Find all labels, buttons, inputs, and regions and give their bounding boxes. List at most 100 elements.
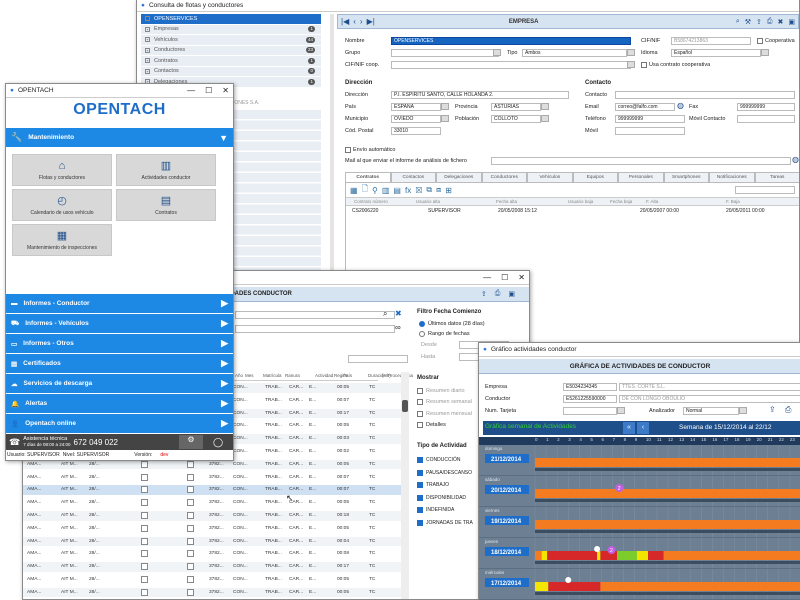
row-checkbox[interactable] [187, 486, 194, 494]
new-doc-icon[interactable]: 🗋 [362, 183, 368, 197]
print-icon[interactable]: ⎙ [767, 18, 773, 26]
grid-view-icon[interactable]: ▦ [350, 186, 358, 195]
activity-row[interactable]: AMA... AIT M... 28/... 3782... CON... TRAB...… [23, 498, 401, 508]
poblacion-dropdown-button[interactable] [541, 115, 549, 122]
activities-column-header[interactable]: Actividad [315, 373, 333, 378]
grid-column-header[interactable]: F. Alta [646, 199, 658, 204]
provincia-dropdown-button[interactable] [541, 103, 549, 110]
email-field[interactable]: correo@falfo.com [615, 103, 675, 111]
tile-flotas[interactable]: ⌂ Flotas y conductores [12, 154, 112, 186]
tipo-checkbox[interactable] [417, 457, 423, 464]
tree-item[interactable]: + Empresas 1 [141, 24, 321, 34]
tipo-option[interactable]: JORNADAS DE TRA [417, 517, 473, 530]
tab[interactable]: Delegaciones [436, 172, 482, 182]
activity-row[interactable]: AMA... AIT M... 28/... 3782... CON... TRAB...… [23, 524, 401, 534]
municipio-dropdown-button[interactable] [441, 115, 449, 122]
driver-extra-field[interactable] [348, 355, 408, 363]
menu-item[interactable]: 🔔 Alertas ▶ [6, 394, 233, 414]
mostrar-checkbox[interactable] [417, 387, 423, 394]
tab[interactable]: Contratos [345, 172, 391, 182]
activity-row[interactable]: AMA... AIT M... 28/... 3782... CON... TRAB...… [23, 459, 401, 470]
tree-item[interactable]: − OPENSERVICES [141, 14, 321, 24]
mostrar-option[interactable]: Resumen semanal [417, 397, 472, 409]
idioma-dropdown-button[interactable] [761, 49, 769, 56]
cifcoop-field[interactable] [391, 61, 631, 69]
grid-column-header[interactable]: Usuario baja [568, 199, 593, 204]
expand-icon[interactable]: − [145, 16, 150, 22]
minimize-icon[interactable]: — [483, 273, 491, 282]
row-checkbox[interactable] [141, 473, 148, 481]
envio-checkbox[interactable] [345, 147, 351, 153]
grid-search-field[interactable] [735, 186, 795, 194]
formula-icon[interactable]: fx [405, 186, 411, 195]
menu-item[interactable]: ⛟ Informes - Vehículos ▶ [6, 314, 233, 334]
opt-rango[interactable]: Rango de fechas [419, 331, 470, 337]
row-checkbox[interactable] [187, 524, 194, 532]
help-icon[interactable]: ◯ [206, 437, 230, 448]
conductor-name-field[interactable]: DE CON LONGO OBOULIO [619, 395, 800, 403]
excel-icon[interactable]: ☒ [415, 186, 422, 195]
activities-column-header[interactable]: Matrícula [263, 373, 282, 378]
activity-row[interactable]: AMA... AIT M... 28/... 3782... CON... TRAB...… [23, 587, 401, 598]
print-icon[interactable]: ⎙ [785, 405, 791, 415]
first-icon[interactable]: |◀ [341, 17, 349, 26]
activities-column-header[interactable]: Año [235, 373, 243, 378]
conductor-code-field[interactable]: E5261225590000 [563, 395, 617, 403]
grid-column-header[interactable]: Fecha baja [610, 199, 632, 204]
direccion-field[interactable]: P.I. ESPÍRITU SANTO, CALLE HOLANDA 2. [391, 91, 569, 99]
tipo-checkbox[interactable] [417, 469, 423, 476]
export-icon[interactable]: ⊞ [445, 186, 452, 195]
tile-contratos[interactable]: ▤ Contratos [116, 189, 216, 221]
cifnif-field[interactable]: B58674213863 [671, 37, 751, 45]
mostrar-option[interactable]: Resumen mensual [417, 408, 472, 420]
expand-icon[interactable]: + [145, 37, 150, 43]
tipo-option[interactable]: TRABAJO [417, 479, 473, 492]
row-checkbox[interactable] [141, 486, 148, 494]
row-checkbox[interactable] [187, 499, 194, 507]
nombre-field[interactable]: OPENSERVICES [391, 37, 631, 45]
expand-icon[interactable]: + [145, 26, 150, 32]
activity-row[interactable]: AMA... AIT M... 28/... 3782... CON... TRAB...… [23, 473, 401, 483]
tile-actividades[interactable]: ▥ Actividades conductor [116, 154, 216, 186]
driver-name-field[interactable] [235, 325, 395, 333]
row-checkbox[interactable] [141, 550, 148, 558]
expand-icon[interactable]: + [145, 47, 150, 53]
binoculars-icon[interactable]: ∞ [395, 323, 401, 332]
activity-row[interactable]: AMA... AIT M... 28/... 3782... CON... TRAB...… [23, 485, 401, 495]
expand-icon[interactable]: + [145, 58, 150, 64]
mostrar-option[interactable]: Resumen diario [417, 385, 472, 397]
delete-icon[interactable]: ✖ [778, 18, 784, 26]
activity-row[interactable]: AMA... AIT M... 28/... 3782... CON... TRAB...… [23, 549, 401, 559]
row-checkbox[interactable] [141, 460, 148, 468]
search-icon[interactable]: ⌕ [383, 309, 387, 319]
paste-icon[interactable]: ⧈ [436, 185, 441, 195]
row-checkbox[interactable] [141, 537, 148, 545]
telefono-field[interactable]: 999999999 [615, 115, 685, 123]
row-checkbox[interactable] [141, 524, 148, 532]
clear-icon[interactable]: ✖ [395, 309, 402, 318]
pais-field[interactable]: ESPAÑA [391, 103, 441, 111]
mantenimiento-header[interactable]: 🔧 Mantenimiento ▼ [6, 128, 233, 148]
tipo-option[interactable]: CONDUCCIÓN [417, 454, 473, 467]
provincia-field[interactable]: ASTURIAS [491, 103, 541, 111]
tab[interactable]: Conductores [481, 172, 527, 182]
tipo-option[interactable]: DISPONIBILIDAD [417, 492, 473, 505]
mostrar-checkbox[interactable] [417, 422, 423, 429]
municipio-field[interactable]: OVIEDO [391, 115, 441, 123]
activity-row[interactable]: AMA... AIT M... 28/... 3782... CON... TRAB...… [23, 536, 401, 547]
tab[interactable]: Smartphones [663, 172, 709, 182]
maximize-icon[interactable]: ☐ [501, 273, 508, 282]
fax-field[interactable]: 999999999 [737, 103, 795, 111]
tipo-checkbox[interactable] [417, 519, 423, 526]
tarjeta-dropdown-button[interactable] [617, 407, 625, 414]
row-checkbox[interactable] [187, 537, 194, 545]
grid-column-header[interactable]: Contrato número [354, 199, 388, 204]
row-checkbox[interactable] [187, 473, 194, 481]
cooperativa-checkbox[interactable] [757, 38, 763, 44]
tree-item[interactable]: + Contratos 1 [141, 56, 321, 66]
activities-column-header[interactable]: Ranura [285, 373, 300, 378]
cifcoop-lookup-button[interactable] [627, 61, 635, 68]
tab[interactable]: Contactos [390, 172, 436, 182]
row-checkbox[interactable] [141, 588, 148, 596]
grupo-field[interactable] [391, 49, 499, 57]
